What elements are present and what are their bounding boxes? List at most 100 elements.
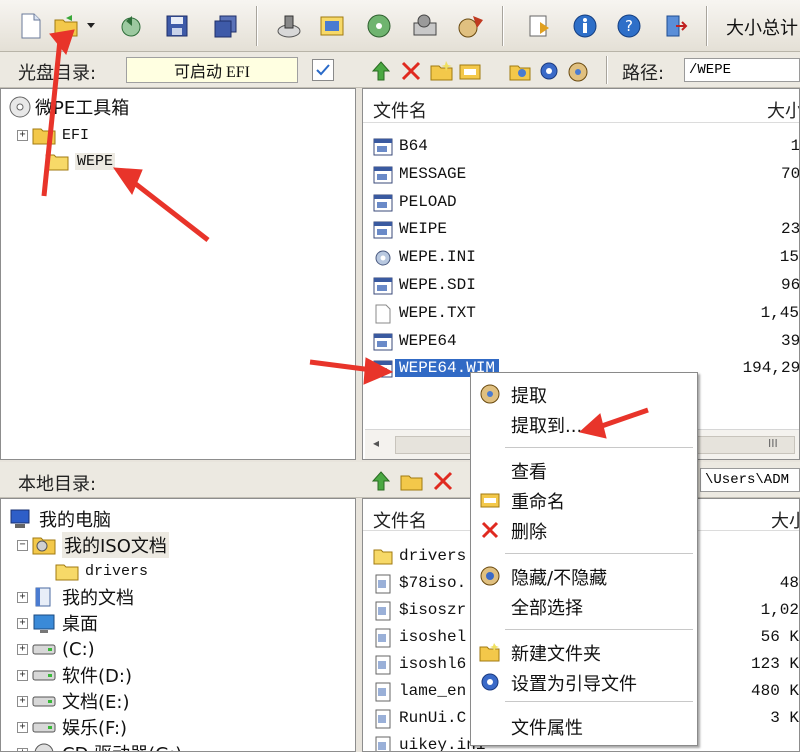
delete-icon bbox=[479, 519, 501, 541]
collapse-icon[interactable]: − bbox=[17, 539, 28, 551]
file-row[interactable]: WEIPE 230 K bbox=[363, 216, 799, 243]
expand-icon[interactable]: + bbox=[17, 695, 28, 707]
context-menu-item[interactable]: 设置为引导文件 bbox=[471, 667, 697, 695]
local-path-input[interactable]: \Users\ADM bbox=[700, 468, 800, 492]
exit-button[interactable] bbox=[660, 10, 690, 42]
delete-button[interactable] bbox=[400, 60, 422, 86]
local-up-folder-button[interactable] bbox=[370, 470, 392, 496]
save-button[interactable] bbox=[162, 10, 192, 42]
extract-icon bbox=[479, 383, 501, 405]
reload-button[interactable] bbox=[116, 10, 146, 42]
context-menu-item[interactable]: 删除 bbox=[471, 515, 697, 543]
up-folder-button[interactable] bbox=[370, 60, 392, 86]
boot-file-button[interactable] bbox=[538, 60, 560, 86]
context-menu: 提取 提取到... 查看 重命名 删除隐藏/不隐藏 全部选择新建文件夹 设置为引导文件文件属… bbox=[470, 372, 698, 746]
new-button[interactable] bbox=[16, 10, 46, 42]
context-menu-item[interactable]: 文件属性 bbox=[471, 711, 697, 739]
tree-item[interactable]: + 文档(E:) bbox=[17, 689, 129, 713]
tree-item-label: 文档(E:) bbox=[62, 692, 130, 713]
context-menu-item[interactable]: 提取到... bbox=[471, 409, 697, 437]
expand-icon[interactable]: + bbox=[17, 617, 28, 629]
tree-item[interactable]: + (C:) bbox=[17, 637, 95, 661]
context-menu-item[interactable]: 提取 bbox=[471, 379, 697, 407]
help-button[interactable]: ? bbox=[614, 10, 644, 42]
file-row[interactable]: MESSAGE 704 K bbox=[363, 161, 799, 188]
expand-icon[interactable]: + bbox=[17, 591, 28, 603]
properties-button[interactable] bbox=[566, 60, 590, 86]
save-as-button[interactable] bbox=[210, 10, 240, 42]
cd-path-input[interactable]: /WEPE bbox=[684, 58, 800, 82]
open-button[interactable] bbox=[52, 10, 82, 42]
file-row[interactable]: B64 12 K bbox=[363, 133, 799, 160]
column-filename[interactable]: 文件名 bbox=[373, 97, 427, 123]
tree-item-wepe[interactable]: WEPE bbox=[31, 149, 116, 173]
open-dropdown-button[interactable] bbox=[82, 10, 100, 42]
convert-button[interactable] bbox=[456, 10, 486, 42]
extract-button[interactable] bbox=[318, 10, 348, 42]
file-size: 56 K bbox=[760, 628, 799, 646]
tree-item-efi[interactable]: + EFI bbox=[17, 123, 89, 147]
context-menu-item[interactable]: 查看 bbox=[471, 455, 697, 483]
bootable-field[interactable]: 可启动 EFI bbox=[126, 57, 298, 83]
path-label: 路径: bbox=[622, 63, 665, 84]
context-menu-label: 查看 bbox=[511, 462, 547, 483]
tree-item-label: 我的文档 bbox=[62, 588, 134, 609]
tree-item[interactable]: drivers bbox=[55, 559, 148, 583]
tree-root-computer[interactable]: 我的电脑 bbox=[9, 507, 111, 531]
expand-icon[interactable]: + bbox=[17, 669, 28, 681]
expand-icon[interactable]: + bbox=[17, 747, 28, 751]
delete-x-icon bbox=[401, 61, 421, 81]
context-menu-item[interactable]: 隐藏/不隐藏 bbox=[471, 561, 697, 589]
local-new-folder-button[interactable] bbox=[400, 470, 424, 496]
column-filename[interactable]: 文件名 bbox=[373, 507, 427, 533]
boot-properties-button[interactable] bbox=[312, 59, 334, 81]
tree-item[interactable]: + CD 驱动器(G:) bbox=[17, 741, 182, 751]
context-menu-label: 文件属性 bbox=[511, 718, 583, 739]
context-menu-item[interactable]: 新建文件夹 bbox=[471, 637, 697, 665]
file-row[interactable]: WEPE.SDI 960 K bbox=[363, 272, 799, 299]
tree-root-label: 我的电脑 bbox=[39, 510, 111, 531]
rename-button[interactable] bbox=[458, 60, 482, 86]
exit-door-icon bbox=[666, 15, 688, 37]
expand-icon[interactable]: + bbox=[17, 643, 28, 655]
documents-icon bbox=[35, 587, 51, 607]
tree-item[interactable]: + 桌面 bbox=[17, 611, 98, 635]
file-size: 3 K bbox=[770, 709, 799, 727]
gear-icon bbox=[540, 62, 558, 80]
burn-button[interactable] bbox=[274, 10, 304, 42]
context-menu-item[interactable]: 全部选择 bbox=[471, 591, 697, 619]
tree-item[interactable]: + 娱乐(F:) bbox=[17, 715, 127, 739]
scroll-left-icon[interactable]: ◂ bbox=[373, 436, 379, 450]
options-button[interactable] bbox=[524, 10, 554, 42]
tree-item[interactable]: + 软件(D:) bbox=[17, 663, 132, 687]
iso-folder-icon bbox=[32, 537, 56, 555]
file-name: $isoszr bbox=[399, 601, 467, 619]
context-menu-label: 隐藏/不隐藏 bbox=[511, 568, 608, 589]
hide-toggle-button[interactable] bbox=[508, 60, 532, 86]
file-row[interactable]: WEPE.TXT 1,45 bbox=[363, 300, 799, 327]
file-name: PELOAD bbox=[399, 192, 457, 211]
local-delete-button[interactable] bbox=[432, 470, 454, 496]
make-disk-button[interactable] bbox=[410, 10, 440, 42]
file-row[interactable]: PELOAD8 K bbox=[363, 189, 799, 216]
cd-directory-header: 光盘目录: 可启动 EFI bbox=[0, 52, 362, 88]
hide-icon bbox=[479, 565, 501, 587]
column-size[interactable]: 大小 bbox=[767, 97, 799, 123]
expand-icon[interactable]: + bbox=[17, 721, 28, 733]
app-file-icon bbox=[373, 137, 393, 157]
file-icon bbox=[373, 655, 393, 675]
open-folder-icon bbox=[54, 15, 78, 37]
tree-item[interactable]: + 我的文档 bbox=[17, 585, 134, 609]
tree-root-cd[interactable]: 微PE工具箱 bbox=[9, 95, 129, 119]
tree-icon-wrap bbox=[32, 716, 56, 738]
expand-icon[interactable]: + bbox=[17, 129, 28, 141]
info-button[interactable] bbox=[570, 10, 600, 42]
column-size[interactable]: 大小 bbox=[771, 507, 799, 533]
context-menu-item[interactable]: 重命名 bbox=[471, 485, 697, 513]
tree-item[interactable]: − 我的ISO文档 bbox=[17, 532, 169, 558]
new-folder-button[interactable] bbox=[430, 60, 454, 86]
file-row[interactable]: WEPE64 390 K bbox=[363, 328, 799, 355]
mount-button[interactable] bbox=[364, 10, 394, 42]
menu-separator bbox=[505, 701, 693, 703]
file-row[interactable]: WEPE.INI 15 bbox=[363, 244, 799, 271]
